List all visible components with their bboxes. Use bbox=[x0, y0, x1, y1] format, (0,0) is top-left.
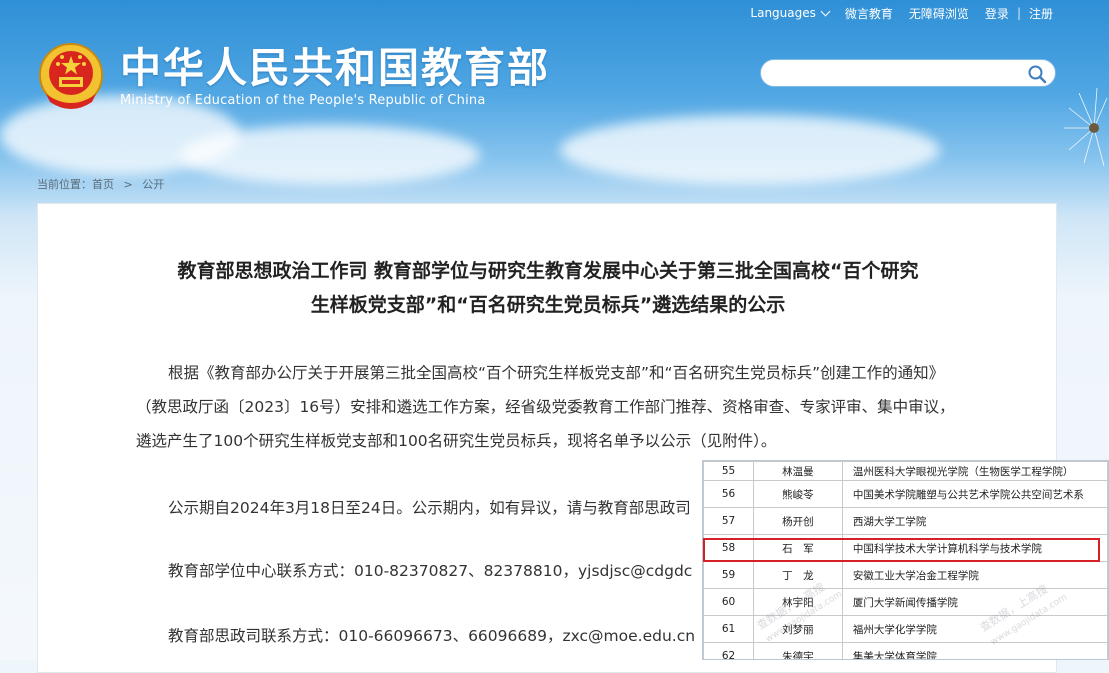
search-icon[interactable] bbox=[1027, 64, 1047, 84]
row-school: 中国科学技术大学计算机科学与技术学院 bbox=[841, 534, 1108, 562]
table-row: 61 刘梦丽 福州大学化学学院 bbox=[703, 615, 1108, 643]
row-number: 60 bbox=[703, 588, 755, 616]
row-school: 福州大学化学学院 bbox=[841, 615, 1108, 643]
row-school: 厦门大学新闻传播学院 bbox=[841, 588, 1108, 616]
breadcrumb-home[interactable]: 首页 bbox=[92, 178, 114, 191]
cloud-decoration bbox=[180, 125, 480, 185]
row-name: 熊峻苓 bbox=[753, 480, 843, 508]
breadcrumb-current[interactable]: 公开 bbox=[142, 178, 164, 191]
breadcrumb: 当前位置：首页 > 公开 bbox=[37, 176, 170, 192]
languages-label: Languages bbox=[750, 6, 816, 20]
wechat-link[interactable]: 微言教育 bbox=[837, 5, 901, 22]
headline-line-2: 生样板党支部”和“百名研究生党员标兵”遴选结果的公示 bbox=[310, 294, 786, 316]
top-navigation: Languages 微言教育 无障碍浏览 登录 | 注册 bbox=[742, 5, 1061, 21]
article-paragraph-3: 教育部学位中心联系方式：010-82370827、82378810，yjsdjs… bbox=[168, 562, 693, 580]
table-row: 58 石 军中国科学技术大学计算机科学与技术学院 bbox=[703, 534, 1108, 562]
breadcrumb-separator: > bbox=[123, 178, 133, 191]
headline-line-1: 教育部思想政治工作司 教育部学位与研究生教育发展中心关于第三批全国高校“百个研究 bbox=[177, 260, 919, 282]
row-name: 丁 龙 bbox=[753, 561, 843, 589]
table: 55 林温曼 温州医科大学眼视光学院（生物医学工程学院） 56 熊峻苓 中国美术学院雕塑与… bbox=[703, 461, 1108, 659]
site-logo[interactable]: 中华人民共和国教育部 Ministry of Education of the … bbox=[38, 42, 550, 112]
article-headline: 教育部思想政治工作司 教育部学位与研究生教育发展中心关于第三批全国高校“百个研究… bbox=[138, 254, 958, 322]
breadcrumb-label: 当前位置： bbox=[37, 178, 92, 191]
row-number: 58 bbox=[703, 534, 755, 562]
row-school: 安徽工业大学冶金工程学院 bbox=[841, 561, 1108, 589]
row-school: 集美大学体育学院 bbox=[841, 642, 1108, 659]
row-number: 56 bbox=[703, 480, 755, 508]
row-name: 林温曼 bbox=[753, 461, 843, 481]
row-number: 62 bbox=[703, 642, 755, 659]
national-emblem-icon bbox=[39, 43, 103, 109]
table-row: 56 熊峻苓 中国美术学院雕塑与公共艺术学院公共空间艺术系 bbox=[703, 480, 1108, 508]
table-row: 60 林宇阳 厦门大学新闻传播学院 bbox=[703, 588, 1108, 616]
languages-menu[interactable]: Languages bbox=[742, 6, 836, 20]
article-paragraph-4: 教育部思政司联系方式：010-66096673、66096689，zxc@moe… bbox=[168, 627, 696, 645]
table-row: 57 杨开创 西湖大学工学院 bbox=[703, 507, 1108, 535]
register-link[interactable]: 注册 bbox=[1021, 5, 1061, 22]
table-row: 55 林温曼 温州医科大学眼视光学院（生物医学工程学院） bbox=[703, 461, 1108, 481]
row-name: 杨开创 bbox=[753, 507, 843, 535]
name-list-table: 55 林温曼 温州医科大学眼视光学院（生物医学工程学院） 56 熊峻苓 中国美术学院雕塑与… bbox=[702, 460, 1109, 660]
article-paragraph-2: 公示期自2024年3月18日至24日。公示期内，如有异议，请与教育部思政司 bbox=[168, 499, 691, 517]
cloud-decoration bbox=[560, 115, 940, 185]
table-row: 59 丁 龙安徽工业大学冶金工程学院 bbox=[703, 561, 1108, 589]
search-input[interactable] bbox=[775, 61, 1029, 87]
row-number: 55 bbox=[703, 461, 755, 481]
row-name: 朱德宇 bbox=[753, 642, 843, 659]
row-name: 刘梦丽 bbox=[753, 615, 843, 643]
chevron-down-icon bbox=[820, 6, 831, 17]
row-number: 57 bbox=[703, 507, 755, 535]
row-school: 温州医科大学眼视光学院（生物医学工程学院） bbox=[841, 461, 1108, 481]
site-title: 中华人民共和国教育部 bbox=[120, 44, 550, 92]
dandelion-decoration bbox=[1064, 87, 1108, 167]
row-name: 林宇阳 bbox=[753, 588, 843, 616]
table-row: 62 朱德宇 集美大学体育学院 bbox=[703, 642, 1108, 659]
article-paragraph-1: 根据《教育部办公厅关于开展第三批全国高校“百个研究生样板党支部”和“百名研究生党… bbox=[136, 364, 955, 450]
login-link[interactable]: 登录 bbox=[977, 5, 1017, 22]
accessibility-link[interactable]: 无障碍浏览 bbox=[901, 5, 977, 22]
site-subtitle: Ministry of Education of the People's Re… bbox=[120, 93, 486, 108]
row-number: 61 bbox=[703, 615, 755, 643]
row-school: 中国美术学院雕塑与公共艺术学院公共空间艺术系 bbox=[841, 480, 1108, 508]
row-number: 59 bbox=[703, 561, 755, 589]
search-box bbox=[760, 59, 1056, 87]
row-school: 西湖大学工学院 bbox=[841, 507, 1108, 535]
row-name: 石 军 bbox=[753, 534, 843, 562]
